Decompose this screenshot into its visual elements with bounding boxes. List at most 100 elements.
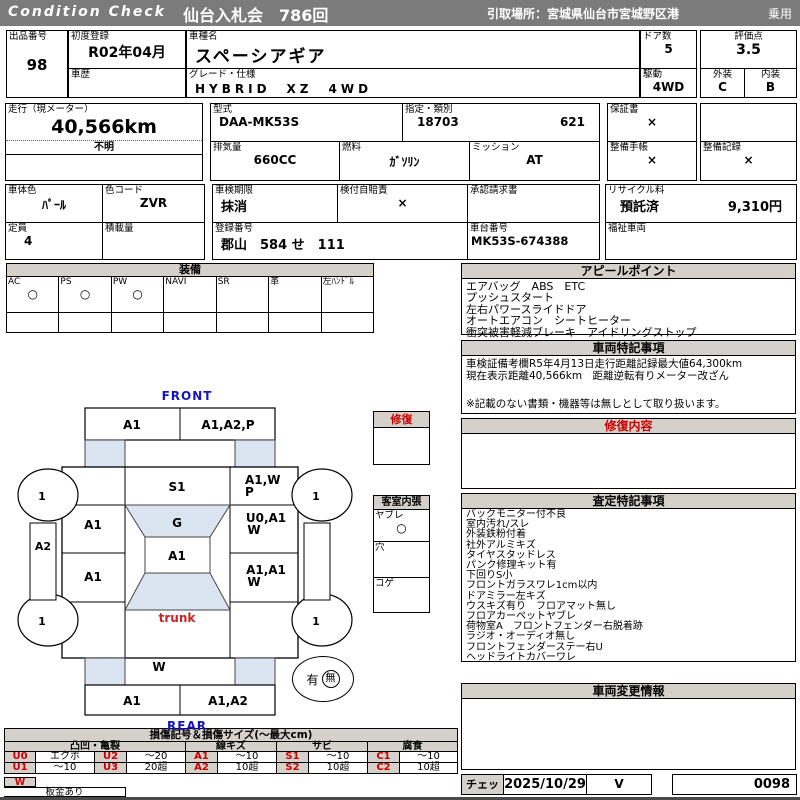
field-inspection-label: 車検期限 bbox=[215, 185, 254, 196]
wheel-mark-front-right: 1 bbox=[312, 490, 320, 503]
equipment-empty-cell bbox=[269, 312, 322, 332]
legend-desc-s2: 10超 bbox=[309, 763, 368, 774]
cabin-row-tear: ヤブレ ○ bbox=[374, 510, 429, 542]
equipment-ps-value: ○ bbox=[79, 287, 91, 301]
assessment-notes-body: バックモニター付不良 室内汚れ/スレ 外装鉄粉付着 社外アルミキズ タイヤスタッ… bbox=[466, 509, 643, 663]
legend-code-s2: S2 bbox=[277, 763, 309, 774]
repair-detail-title: 修復内容 bbox=[462, 419, 795, 434]
cabin-interior-box: 客室内張 ヤブレ ○ 穴 コゲ bbox=[373, 495, 430, 613]
field-transmission-label: ミッション bbox=[472, 142, 520, 153]
field-mileage: 走行（現メーター） 40,566km 不明 bbox=[5, 103, 203, 181]
field-load: 積載量 bbox=[102, 222, 205, 260]
field-lot-number-label: 出品番号 bbox=[9, 31, 48, 42]
appeal-points-body: エアバッグ ABS ETC プッシュスタート 左右パワースライドドア オートエア… bbox=[466, 280, 697, 339]
field-fuel: 燃料 ｶﾞｿﾘﾝ bbox=[339, 141, 470, 181]
field-drive-value: 4WD bbox=[652, 80, 685, 94]
legend-desc-u3: 20超 bbox=[127, 763, 186, 774]
equipment-cell-ps: PS ○ bbox=[59, 277, 112, 312]
field-designation-label: 指定・類別 bbox=[405, 104, 453, 115]
panel-hood: S1 bbox=[169, 480, 186, 494]
cabin-hole-label: 穴 bbox=[375, 542, 385, 553]
usage-type: 乗用 bbox=[767, 7, 792, 21]
change-info-section: 車両変更情報 bbox=[461, 683, 796, 770]
field-capacity-label: 定員 bbox=[8, 223, 28, 234]
change-info-title: 車両変更情報 bbox=[462, 684, 795, 699]
field-model-name-value: スペーシアギア bbox=[195, 47, 327, 67]
auction-title: 仙台入札会 786回 bbox=[183, 6, 329, 25]
field-interior-grade-label: 内装 bbox=[760, 69, 780, 80]
damage-legend-row-2: U1 ～10 U3 20超 A2 10超 S2 10超 C2 10超 bbox=[4, 763, 458, 774]
diagram-rear-label: REAR bbox=[167, 719, 207, 733]
field-grade-value: HYBRID XZ 4WD bbox=[195, 82, 373, 96]
field-transmission-value: AT bbox=[526, 153, 543, 167]
field-welfare-vehicle: 福祉車両 bbox=[605, 222, 797, 260]
wheel-mark-rear-right: 1 bbox=[312, 615, 320, 628]
field-warranty: 保証書 × bbox=[607, 103, 697, 142]
condition-check-sheet: Condition Check 仙台入札会 786回 引取場所：宮城県仙台市宮城… bbox=[0, 0, 800, 800]
field-maintenance-record-value: × bbox=[743, 153, 754, 167]
field-chassis-number: 車台番号 MK53S-674388 bbox=[467, 222, 600, 260]
wheel-rear-right bbox=[291, 593, 353, 647]
code-w-desc: 板金あり bbox=[4, 787, 126, 797]
field-transmission: ミッション AT bbox=[469, 141, 600, 181]
field-history-label: 車歴 bbox=[71, 69, 91, 80]
vehicle-notes-disclaimer: ※記載のない書類・機器等は無しとして取り扱います。 bbox=[466, 398, 726, 410]
field-registration-number-value: 郡山 584 せ 111 bbox=[221, 238, 345, 253]
appeal-points-section: アピールポイント エアバッグ ABS ETC プッシュスタート 左右パワースライ… bbox=[461, 263, 796, 338]
field-exterior-grade-label: 外装 bbox=[712, 69, 732, 80]
field-mileage-note: 不明 bbox=[6, 140, 202, 155]
field-score: 評価点 3.5 bbox=[700, 30, 797, 69]
left-side-panel bbox=[29, 522, 57, 601]
repair-flag-title: 修復 bbox=[374, 412, 429, 428]
field-capacity: 定員 4 bbox=[5, 222, 103, 260]
rear-corner-right bbox=[234, 657, 276, 686]
equipment-cell-sr: SR bbox=[217, 277, 270, 312]
equipment-ac-label: AC bbox=[8, 277, 21, 287]
equipment-navi-label: NAVI bbox=[165, 277, 187, 287]
rear-corner-left bbox=[84, 657, 126, 686]
legend-desc-c2: 10超 bbox=[400, 763, 458, 774]
field-grade: グレード・仕様 HYBRID XZ 4WD bbox=[186, 68, 640, 98]
wheel-mark-rear-left: 1 bbox=[38, 615, 46, 628]
panel-trunk: trunk bbox=[159, 611, 197, 625]
check-date: 2025/10/29 bbox=[503, 774, 587, 795]
field-model-code: 型式 DAA-MK53S bbox=[210, 103, 403, 142]
field-history: 車歴 bbox=[68, 68, 186, 98]
header-bar: Condition Check 仙台入札会 786回 引取場所：宮城県仙台市宮城… bbox=[0, 0, 800, 26]
panel-right-rear-door-line2: W bbox=[247, 575, 260, 589]
field-maintenance-book: 整備手帳 × bbox=[607, 141, 697, 181]
vehicle-notes-body: 車検証備考欄R5年4月13日走行距離記録最大値64,300km 現在表示距離40… bbox=[466, 358, 743, 382]
equipment-pw-label: PW bbox=[112, 277, 128, 287]
equipment-title: 装備 bbox=[7, 264, 373, 277]
field-drive: 駆動 4WD bbox=[640, 68, 697, 98]
code-w: W bbox=[4, 777, 36, 787]
panel-left-side: A2 bbox=[35, 540, 51, 553]
field-maintenance-book-value: × bbox=[646, 153, 658, 167]
field-insurance-label: 検付自賠責 bbox=[340, 185, 388, 196]
legend-code-u3: U3 bbox=[95, 763, 127, 774]
equipment-cell-pw: PW ○ bbox=[112, 277, 165, 312]
field-approval-request-label: 承認請求書 bbox=[470, 185, 518, 196]
cabin-row-burn: コゲ bbox=[374, 578, 429, 613]
equipment-empty-cell bbox=[7, 312, 60, 332]
field-lot-number-value: 98 bbox=[26, 56, 48, 74]
vehicle-notes-section: 車両特記事項 車検証備考欄R5年4月13日走行距離記録最大値64,300km 現… bbox=[461, 340, 796, 414]
field-first-registration: 初度登録 R02年04月 bbox=[68, 30, 186, 69]
front-corner-right bbox=[234, 439, 276, 468]
field-designation: 指定・類別 18703 621 bbox=[402, 103, 600, 142]
panel-front-bumper-left: A1 bbox=[123, 418, 141, 432]
panel-rear-bumper-left: A1 bbox=[123, 694, 141, 708]
field-chassis-number-label: 車台番号 bbox=[470, 223, 509, 234]
record-none-circled: 無 bbox=[321, 670, 340, 688]
field-displacement-value: 660CC bbox=[253, 153, 297, 167]
field-model-name-label: 車種名 bbox=[189, 31, 218, 42]
repair-detail-body bbox=[462, 434, 795, 438]
field-fuel-label: 燃料 bbox=[342, 142, 362, 153]
legend-code-u1: U1 bbox=[4, 763, 36, 774]
field-insurance: 検付自賠責 × bbox=[337, 184, 468, 223]
legend-code-c2: C2 bbox=[368, 763, 400, 774]
legend-code-a2: A2 bbox=[186, 763, 218, 774]
field-capacity-value: 4 bbox=[24, 234, 33, 248]
field-inspection: 車検期限 抹消 bbox=[212, 184, 338, 223]
field-exterior-grade: 外装 C bbox=[700, 68, 745, 98]
